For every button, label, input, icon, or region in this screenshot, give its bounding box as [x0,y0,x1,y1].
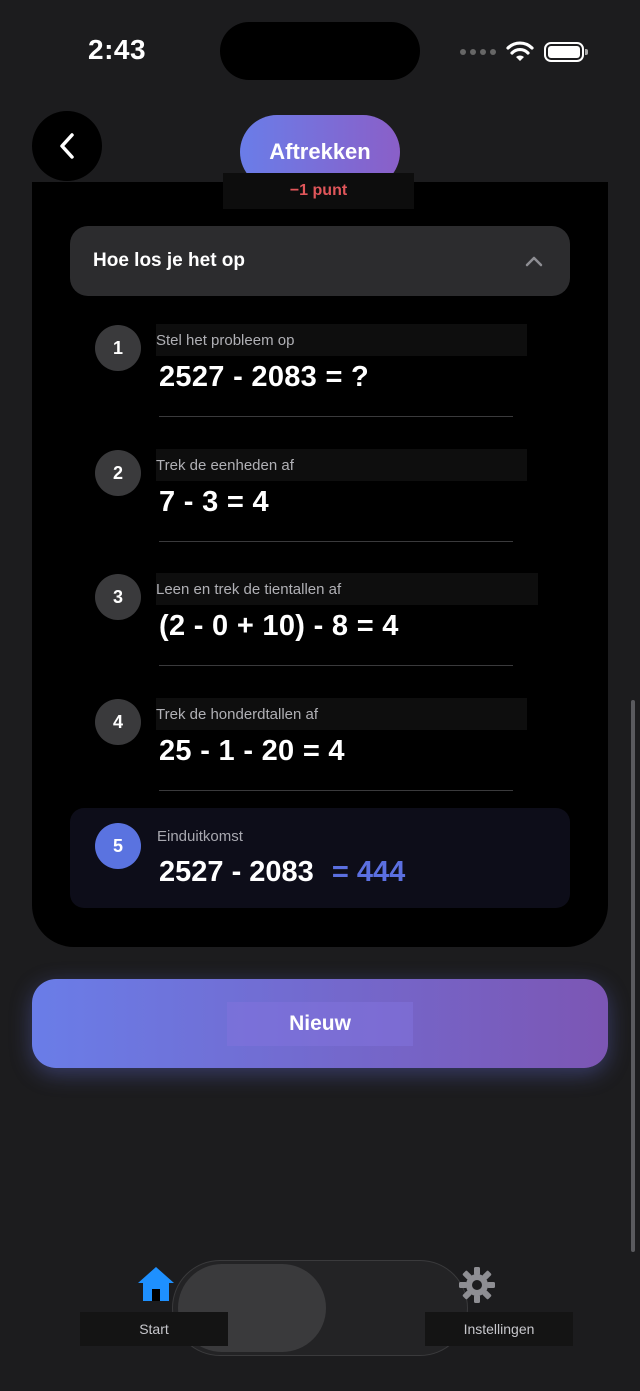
step-number: 2 [95,450,141,496]
step-divider [159,790,513,791]
accordion-title: Hoe los je het op [93,250,246,271]
step-equation: 2527 - 2083 = ? [159,361,370,393]
final-label: Einduitkomst [157,828,243,845]
solution-step: 2 Trek de eenheden af 7 - 3 = 4 [70,449,570,550]
home-icon [138,1267,174,1301]
step-equation: 7 - 3 = 4 [159,486,269,518]
step-equation: 25 - 1 - 20 = 4 [159,735,345,767]
step-divider [159,416,513,417]
step-equation: (2 - 0 + 10) - 8 = 4 [159,610,399,642]
tab-settings[interactable] [458,1266,496,1309]
step-label: Stel het probleem op [156,324,527,356]
step-label: Leen en trek de tientallen af [156,573,538,605]
cellular-signal-icon [460,49,496,55]
final-equation: 2527 - 2083 = 444 [159,856,405,889]
step-divider [159,541,513,542]
chevron-left-icon [60,133,74,159]
tab-start[interactable] [135,1264,177,1309]
new-problem-button[interactable]: Nieuw [32,979,608,1068]
step-number: 3 [95,574,141,620]
step-label: Trek de eenheden af [156,449,527,481]
chevron-up-icon [525,256,543,267]
wifi-icon [506,41,534,61]
gear-icon [459,1267,495,1303]
step-divider [159,665,513,666]
penalty-badge: −1 punt [223,173,414,209]
status-icons [460,40,588,64]
step-label: Trek de honderdtallen af [156,698,527,730]
solution-step: 3 Leen en trek de tientallen af (2 - 0 +… [70,573,570,674]
dynamic-island [220,22,420,80]
status-bar: 2:43 [0,0,640,100]
step-number: 5 [95,823,141,869]
new-button-label: Nieuw [227,1001,413,1046]
final-expression: 2527 - 2083 [159,856,314,888]
status-time: 2:43 [88,34,147,65]
step-number: 4 [95,699,141,745]
how-to-solve-accordion[interactable]: Hoe los je het op [70,226,570,296]
back-button[interactable] [32,111,102,181]
battery-icon [544,42,588,62]
solution-step: 1 Stel het probleem op 2527 - 2083 = ? [70,324,570,425]
page-title: Aftrekken [269,139,371,164]
step-number: 1 [95,325,141,371]
tab-settings-label[interactable]: Instellingen [425,1312,573,1346]
final-answer: = 444 [331,856,406,888]
scrollbar[interactable] [631,700,635,1252]
solution-step: 4 Trek de honderdtallen af 25 - 1 - 20 =… [70,698,570,799]
tab-start-label[interactable]: Start [80,1312,228,1346]
final-result: 5 Einduitkomst 2527 - 2083 = 444 [70,808,570,908]
